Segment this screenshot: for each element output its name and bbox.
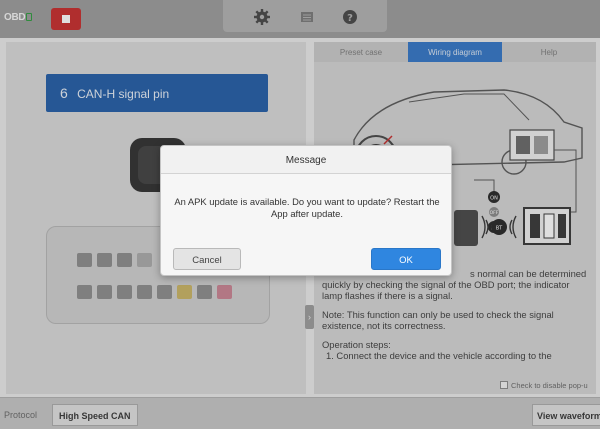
message-dialog: Message An APK update is available. Do y… <box>160 145 452 276</box>
ok-button[interactable]: OK <box>371 248 441 270</box>
dialog-message: An APK update is available. Do you want … <box>174 196 440 219</box>
cancel-button[interactable]: Cancel <box>173 248 241 270</box>
dialog-title: Message <box>161 146 451 174</box>
